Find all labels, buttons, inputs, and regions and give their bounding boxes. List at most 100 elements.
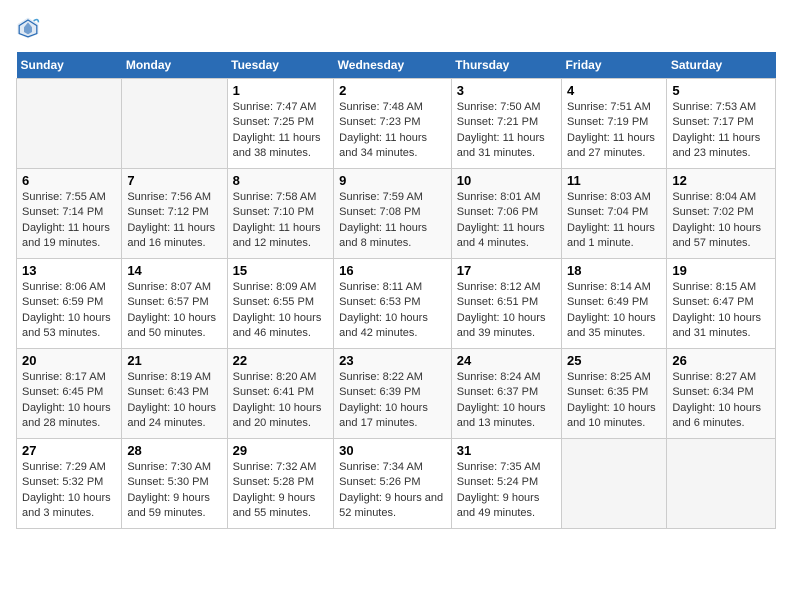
day-info: Sunrise: 7:32 AMSunset: 5:28 PMDaylight:… — [233, 460, 329, 522]
calendar-cell: 8Sunrise: 7:58 AMSunset: 7:10 PMDaylight… — [227, 169, 334, 259]
day-info: Sunrise: 8:19 AMSunset: 6:43 PMDaylight:… — [127, 370, 221, 432]
day-number: 18 — [567, 263, 661, 278]
day-number: 30 — [339, 443, 446, 458]
day-info: Sunrise: 7:30 AMSunset: 5:30 PMDaylight:… — [127, 460, 221, 522]
calendar-cell: 25 Sunrise: 8:25 AMSunset: 6:35 PMDayligh… — [562, 349, 667, 439]
day-number: 14 — [127, 263, 221, 278]
calendar-cell: 28 Sunrise: 7:30 AMSunset: 5:30 PMDayligh… — [122, 439, 227, 529]
day-info: Sunrise: 7:34 AMSunset: 5:26 PMDaylight:… — [339, 460, 446, 522]
calendar-cell: 21 Sunrise: 8:19 AMSunset: 6:43 PMDayligh… — [122, 349, 227, 439]
day-number: 3 — [457, 83, 556, 98]
day-number: 16 — [339, 263, 446, 278]
day-number: 17 — [457, 263, 556, 278]
day-info: Sunrise: 8:07 AMSunset: 6:57 PMDaylight:… — [127, 280, 221, 342]
day-number: 24 — [457, 353, 556, 368]
day-info: Sunrise: 8:17 AMSunset: 6:45 PMDaylight:… — [22, 370, 116, 432]
calendar-cell: 26 Sunrise: 8:27 AMSunset: 6:34 PMDayligh… — [667, 349, 776, 439]
calendar-cell: 19Sunrise: 8:15 AMSunset: 6:47 PMDayligh… — [667, 259, 776, 349]
day-number: 23 — [339, 353, 446, 368]
calendar-cell: 4Sunrise: 7:51 AMSunset: 7:19 PMDaylight… — [562, 79, 667, 169]
calendar-cell: 14 Sunrise: 8:07 AMSunset: 6:57 PMDayligh… — [122, 259, 227, 349]
day-info: Sunrise: 8:03 AMSunset: 7:04 PMDaylight:… — [567, 190, 661, 252]
day-info: Sunrise: 7:59 AMSunset: 7:08 PMDaylight:… — [339, 190, 446, 252]
day-number: 11 — [567, 173, 661, 188]
day-number: 26 — [672, 353, 770, 368]
day-info: Sunrise: 7:53 AMSunset: 7:17 PMDaylight:… — [672, 100, 770, 162]
day-number: 22 — [233, 353, 329, 368]
weekday-header-row: SundayMondayTuesdayWednesdayThursdayFrid… — [17, 52, 776, 79]
calendar-cell: 16 Sunrise: 8:11 AMSunset: 6:53 PMDayligh… — [334, 259, 452, 349]
calendar-cell — [122, 79, 227, 169]
weekday-header-saturday: Saturday — [667, 52, 776, 79]
week-row-3: 13 Sunrise: 8:06 AMSunset: 6:59 PMDayligh… — [17, 259, 776, 349]
week-row-5: 27 Sunrise: 7:29 AMSunset: 5:32 PMDayligh… — [17, 439, 776, 529]
page-header — [16, 16, 776, 40]
calendar-cell: 11 Sunrise: 8:03 AMSunset: 7:04 PMDayligh… — [562, 169, 667, 259]
day-info: Sunrise: 8:27 AMSunset: 6:34 PMDaylight:… — [672, 370, 770, 432]
weekday-header-wednesday: Wednesday — [334, 52, 452, 79]
day-number: 29 — [233, 443, 329, 458]
day-number: 9 — [339, 173, 446, 188]
day-info: Sunrise: 8:15 AMSunset: 6:47 PMDaylight:… — [672, 280, 770, 342]
logo-icon — [16, 16, 40, 40]
day-info: Sunrise: 8:06 AMSunset: 6:59 PMDaylight:… — [22, 280, 116, 342]
calendar-cell: 5 Sunrise: 7:53 AMSunset: 7:17 PMDaylight… — [667, 79, 776, 169]
day-info: Sunrise: 8:12 AMSunset: 6:51 PMDaylight:… — [457, 280, 556, 342]
day-number: 6 — [22, 173, 116, 188]
calendar-cell: 24 Sunrise: 8:24 AMSunset: 6:37 PMDayligh… — [451, 349, 561, 439]
weekday-header-sunday: Sunday — [17, 52, 122, 79]
calendar-cell: 9 Sunrise: 7:59 AMSunset: 7:08 PMDaylight… — [334, 169, 452, 259]
calendar-cell: 17 Sunrise: 8:12 AMSunset: 6:51 PMDayligh… — [451, 259, 561, 349]
day-info: Sunrise: 8:09 AMSunset: 6:55 PMDaylight:… — [233, 280, 329, 342]
day-number: 31 — [457, 443, 556, 458]
weekday-header-thursday: Thursday — [451, 52, 561, 79]
calendar-cell — [562, 439, 667, 529]
day-info: Sunrise: 7:50 AMSunset: 7:21 PMDaylight:… — [457, 100, 556, 162]
day-number: 12 — [672, 173, 770, 188]
calendar-cell: 12Sunrise: 8:04 AMSunset: 7:02 PMDayligh… — [667, 169, 776, 259]
day-info: Sunrise: 8:25 AMSunset: 6:35 PMDaylight:… — [567, 370, 661, 432]
day-info: Sunrise: 8:01 AMSunset: 7:06 PMDaylight:… — [457, 190, 556, 252]
calendar-cell: 1 Sunrise: 7:47 AMSunset: 7:25 PMDaylight… — [227, 79, 334, 169]
logo — [16, 16, 44, 40]
day-info: Sunrise: 7:56 AMSunset: 7:12 PMDaylight:… — [127, 190, 221, 252]
weekday-header-monday: Monday — [122, 52, 227, 79]
day-number: 20 — [22, 353, 116, 368]
day-info: Sunrise: 7:55 AMSunset: 7:14 PMDaylight:… — [22, 190, 116, 252]
calendar-table: SundayMondayTuesdayWednesdayThursdayFrid… — [16, 52, 776, 529]
day-number: 7 — [127, 173, 221, 188]
week-row-2: 6 Sunrise: 7:55 AMSunset: 7:14 PMDaylight… — [17, 169, 776, 259]
day-info: Sunrise: 7:35 AMSunset: 5:24 PMDaylight:… — [457, 460, 556, 522]
calendar-cell: 31 Sunrise: 7:35 AMSunset: 5:24 PMDayligh… — [451, 439, 561, 529]
calendar-cell — [17, 79, 122, 169]
calendar-cell: 29 Sunrise: 7:32 AMSunset: 5:28 PMDayligh… — [227, 439, 334, 529]
day-number: 2 — [339, 83, 446, 98]
day-number: 13 — [22, 263, 116, 278]
calendar-cell: 20 Sunrise: 8:17 AMSunset: 6:45 PMDayligh… — [17, 349, 122, 439]
calendar-cell: 2Sunrise: 7:48 AMSunset: 7:23 PMDaylight… — [334, 79, 452, 169]
calendar-cell: 13 Sunrise: 8:06 AMSunset: 6:59 PMDayligh… — [17, 259, 122, 349]
day-info: Sunrise: 7:51 AMSunset: 7:19 PMDaylight:… — [567, 100, 661, 162]
week-row-1: 1 Sunrise: 7:47 AMSunset: 7:25 PMDaylight… — [17, 79, 776, 169]
day-info: Sunrise: 8:24 AMSunset: 6:37 PMDaylight:… — [457, 370, 556, 432]
calendar-cell: 3 Sunrise: 7:50 AMSunset: 7:21 PMDaylight… — [451, 79, 561, 169]
day-info: Sunrise: 7:29 AMSunset: 5:32 PMDaylight:… — [22, 460, 116, 522]
day-info: Sunrise: 8:11 AMSunset: 6:53 PMDaylight:… — [339, 280, 446, 342]
day-info: Sunrise: 7:58 AMSunset: 7:10 PMDaylight:… — [233, 190, 329, 252]
calendar-cell: 15Sunrise: 8:09 AMSunset: 6:55 PMDayligh… — [227, 259, 334, 349]
day-number: 1 — [233, 83, 329, 98]
calendar-cell: 7 Sunrise: 7:56 AMSunset: 7:12 PMDaylight… — [122, 169, 227, 259]
weekday-header-tuesday: Tuesday — [227, 52, 334, 79]
day-info: Sunrise: 8:20 AMSunset: 6:41 PMDaylight:… — [233, 370, 329, 432]
day-number: 10 — [457, 173, 556, 188]
day-info: Sunrise: 8:14 AMSunset: 6:49 PMDaylight:… — [567, 280, 661, 342]
day-number: 27 — [22, 443, 116, 458]
day-number: 28 — [127, 443, 221, 458]
calendar-cell: 22 Sunrise: 8:20 AMSunset: 6:41 PMDayligh… — [227, 349, 334, 439]
day-number: 5 — [672, 83, 770, 98]
day-info: Sunrise: 7:47 AMSunset: 7:25 PMDaylight:… — [233, 100, 329, 162]
calendar-cell: 23Sunrise: 8:22 AMSunset: 6:39 PMDayligh… — [334, 349, 452, 439]
day-number: 25 — [567, 353, 661, 368]
day-number: 21 — [127, 353, 221, 368]
weekday-header-friday: Friday — [562, 52, 667, 79]
